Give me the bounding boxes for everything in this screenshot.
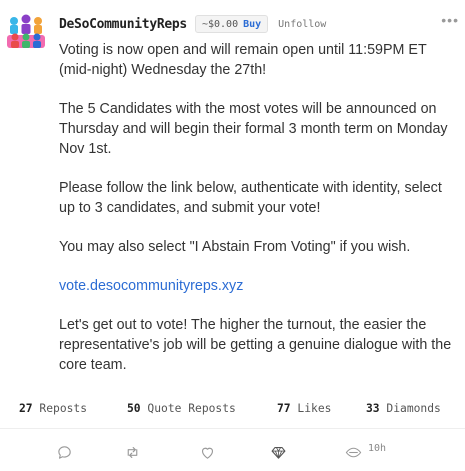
likes-stat[interactable]: 77 Likes [277, 402, 331, 415]
username-link[interactable]: DeSoCommunityReps [59, 17, 187, 32]
more-dots-icon[interactable]: ••• [441, 13, 459, 27]
reposts-stat[interactable]: 27 Reposts [19, 402, 87, 415]
post-paragraph: Let's get out to vote! The higher the tu… [59, 317, 452, 373]
post-header: DeSoCommunityReps ~$0.00 Buy Unfollow [59, 14, 455, 34]
quote-reposts-stat[interactable]: 50 Quote Reposts [127, 402, 236, 415]
post-paragraph: Please follow the link below, authentica… [59, 180, 442, 216]
diamonds-stat[interactable]: 33 Diamonds [366, 402, 441, 415]
repost-button[interactable] [120, 440, 144, 464]
community-people-avatar-icon [7, 14, 45, 48]
likes-label: Likes [297, 402, 332, 415]
buy-label: Buy [243, 18, 262, 30]
creator-coin-price-button[interactable]: ~$0.00 Buy [194, 15, 269, 33]
diamond-icon [271, 446, 285, 459]
avatar[interactable] [6, 13, 46, 49]
vote-link[interactable]: vote.desocommunityreps.xyz [59, 278, 243, 294]
post-body: Voting is now open and will remain open … [59, 40, 457, 394]
reposts-label: Reposts [39, 402, 88, 415]
quote-reposts-count: 50 [127, 402, 141, 415]
eye-icon [345, 447, 361, 457]
post-actions: 10h [0, 440, 465, 464]
diamonds-count: 33 [366, 402, 380, 415]
diamonds-label: Diamonds [386, 402, 441, 415]
diamond-button[interactable] [266, 440, 290, 464]
unfollow-button[interactable]: Unfollow [278, 19, 326, 30]
repost-icon [127, 446, 137, 458]
comment-icon [57, 445, 71, 459]
post-paragraph: You may also select "I Abstain From Voti… [59, 239, 411, 255]
creator-coin-price: ~$0.00 [201, 18, 239, 30]
views-button[interactable] [341, 440, 365, 464]
heart-icon [201, 447, 213, 459]
likes-count: 77 [277, 402, 291, 415]
reposts-count: 27 [19, 402, 33, 415]
post-paragraph: Voting is now open and will remain open … [59, 42, 427, 78]
post-stats: 27 Reposts 50 Quote Reposts 77 Likes 33 … [19, 402, 455, 418]
post-paragraph: The 5 Candidates with the most votes wil… [59, 101, 448, 157]
like-button[interactable] [195, 440, 219, 464]
divider [0, 428, 465, 429]
quote-reposts-label: Quote Reposts [147, 402, 236, 415]
post-timestamp: 10h [368, 443, 387, 454]
comment-button[interactable] [52, 440, 76, 464]
